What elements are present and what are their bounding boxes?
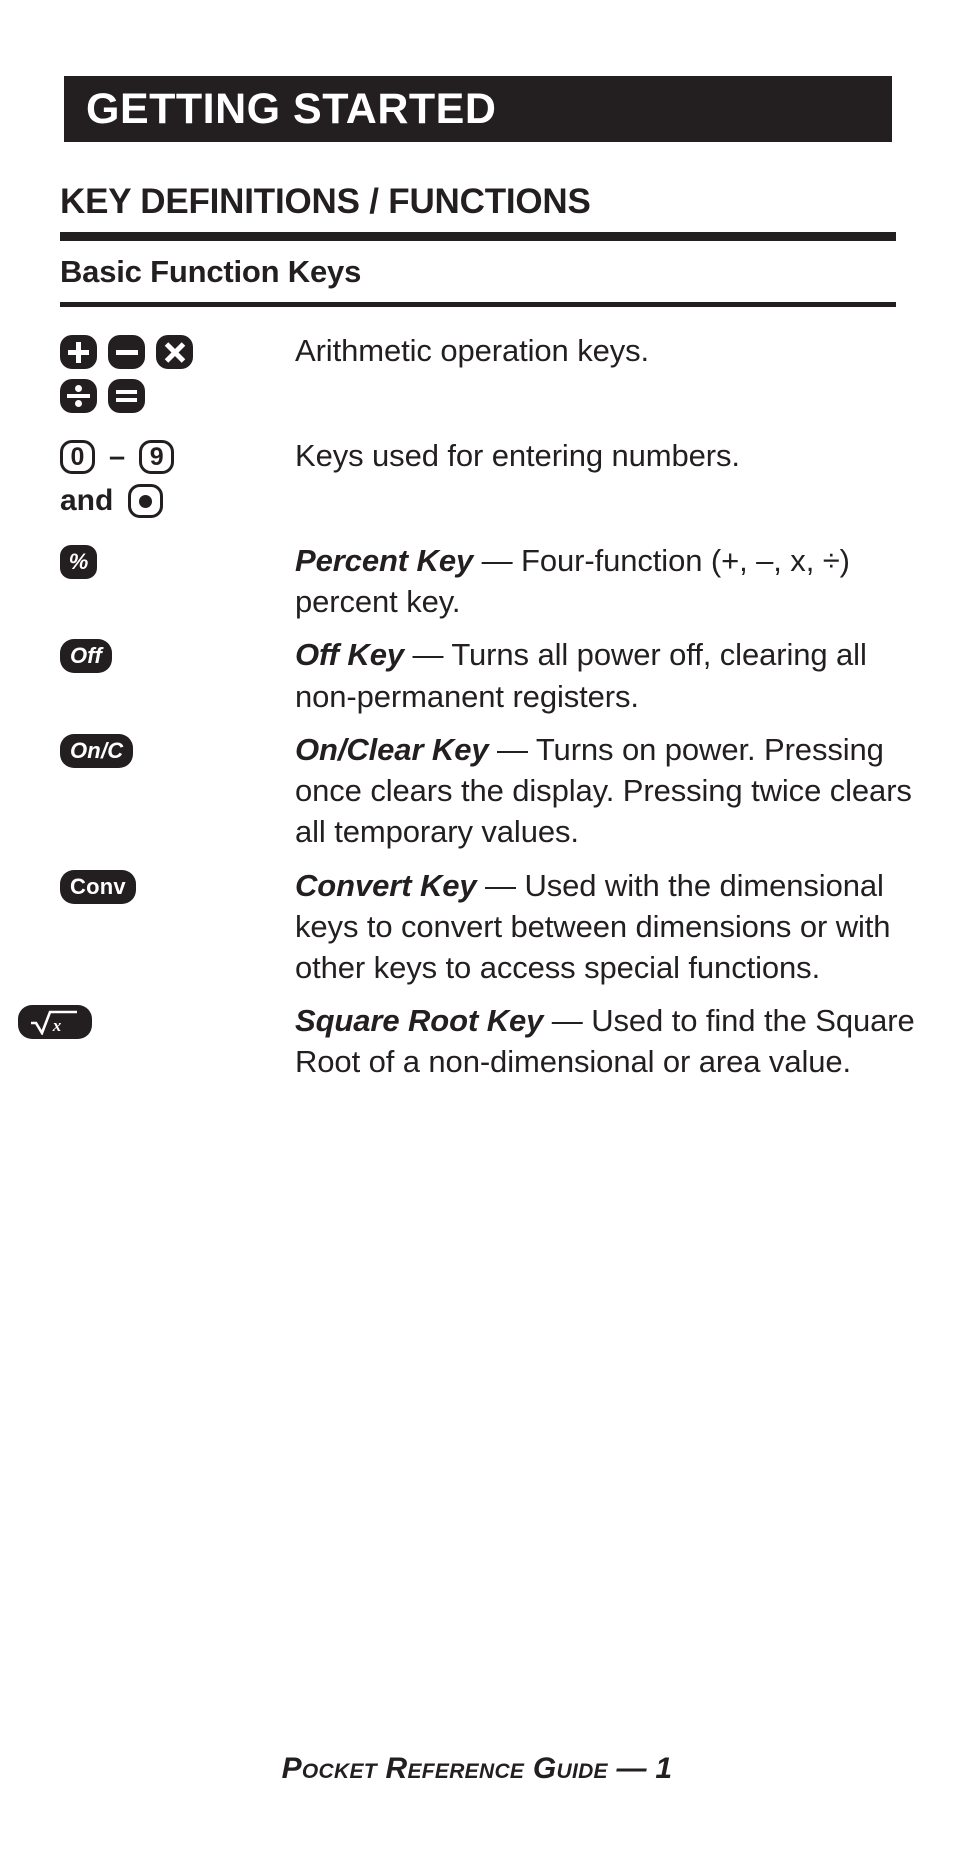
divide-key-icon: [60, 379, 97, 413]
key-definition-row: Off Off Key — Turns all power off, clear…: [0, 634, 954, 716]
key-glyph-group-convert: Conv: [0, 865, 295, 914]
key-glyph-line: [60, 379, 295, 413]
multiply-key-icon: [156, 335, 193, 369]
key-glyph-group-arithmetic: [0, 330, 295, 423]
key-glyph-group-on-clear: On/C: [0, 729, 295, 778]
key-name-label: On/Clear Key: [295, 731, 489, 767]
key-glyph-group-square-root: x: [0, 1000, 295, 1049]
range-dash: –: [109, 440, 126, 473]
key-glyph-line: 0 – 9: [60, 440, 295, 474]
page-title: GETTING STARTED: [86, 84, 497, 133]
decimal-point-key-icon: [128, 484, 164, 518]
key-glyph-line: On/C: [60, 733, 295, 768]
key-description: Keys used for entering numbers.: [295, 435, 954, 476]
key-description-text: Arithmetic operation keys.: [295, 333, 650, 368]
key-definition-row: 0 – 9 and Keys used for entering numbers…: [0, 435, 954, 528]
zero-key-icon: 0: [60, 440, 95, 474]
svg-text:x: x: [52, 1016, 62, 1035]
key-name-label: Percent Key: [295, 543, 474, 578]
key-description: Percent Key — Four-function (+, –, x, ÷)…: [295, 540, 954, 622]
key-name-label: Off Key: [295, 637, 404, 673]
section-heading: KEY DEFINITIONS / FUNCTIONS: [60, 182, 591, 221]
key-definition-list: Arithmetic operation keys. 0 – 9 and Key…: [0, 330, 954, 1095]
dot-shape: [139, 494, 153, 508]
key-description-text: Keys used for entering numbers.: [295, 438, 740, 473]
key-glyph-line: and: [60, 484, 295, 518]
section-rule: [60, 232, 896, 241]
key-glyph-group-numbers: 0 – 9 and: [0, 435, 295, 528]
and-label: and: [60, 484, 114, 517]
key-glyph-line: Conv: [60, 869, 295, 904]
square-root-key-icon: x: [18, 1005, 92, 1040]
plus-key-icon: [60, 335, 97, 369]
key-glyph-group-percent: %: [0, 540, 295, 589]
key-definition-row: x Square Root Key — Used to find the Squ…: [0, 1000, 954, 1082]
key-description: Convert Key — Used with the dimensional …: [295, 865, 954, 989]
subsection-heading: Basic Function Keys: [60, 254, 362, 289]
key-name-label: Square Root Key: [295, 1003, 544, 1039]
equals-key-icon: [108, 379, 145, 413]
percent-key-icon: %: [60, 545, 97, 579]
key-description: Off Key — Turns all power off, clearing …: [295, 634, 954, 716]
key-glyph-line: x: [18, 1005, 295, 1040]
on-clear-key-icon: On/C: [60, 733, 134, 768]
page-footer: Pocket Reference Guide — 1: [281, 1752, 673, 1785]
minus-key-icon: [108, 335, 145, 369]
key-glyph-line: %: [60, 545, 295, 579]
key-definition-row: % Percent Key — Four-function (+, –, x, …: [0, 540, 954, 622]
key-description: Arithmetic operation keys.: [295, 330, 954, 371]
key-definition-row: Arithmetic operation keys.: [0, 330, 954, 423]
nine-key-icon: 9: [139, 440, 175, 474]
key-glyph-line: Off: [60, 639, 295, 674]
key-definition-row: Conv Convert Key — Used with the dimensi…: [0, 865, 954, 989]
key-definition-row: On/C On/Clear Key — Turns on power. Pres…: [0, 729, 954, 853]
key-name-label: Convert Key: [295, 867, 477, 903]
document-page: GETTING STARTED KEY DEFINITIONS / FUNCTI…: [0, 0, 954, 1862]
subsection-rule: [60, 302, 896, 307]
key-glyph-line: [60, 335, 295, 369]
key-description: Square Root Key — Used to find the Squar…: [295, 1000, 954, 1082]
convert-key-icon: Conv: [60, 869, 136, 904]
key-glyph-group-off: Off: [0, 634, 295, 683]
page-banner: GETTING STARTED: [64, 76, 892, 142]
key-description: On/Clear Key — Turns on power. Pressing …: [295, 729, 954, 853]
off-key-icon: Off: [60, 639, 112, 674]
